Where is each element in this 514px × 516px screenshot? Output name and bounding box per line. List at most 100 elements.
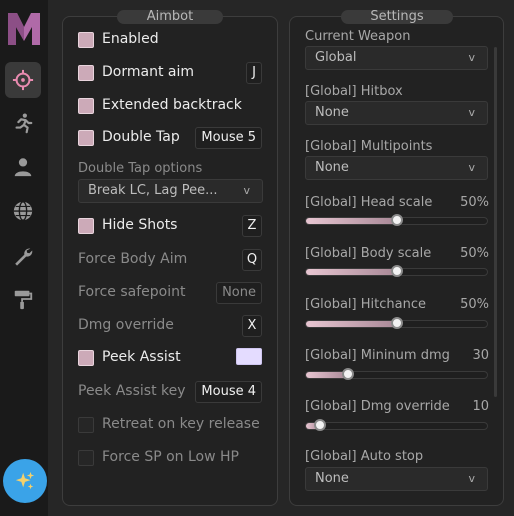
auto-stop-dropdown[interactable]: None v [305,467,488,491]
retreat-checkbox[interactable] [78,417,94,433]
dormant-aim-keybind[interactable]: J [246,62,262,84]
paint-roller-icon [14,290,33,310]
magic-button[interactable] [3,459,47,503]
retreat-row[interactable]: Retreat on key release [63,414,277,436]
force-safepoint-row[interactable]: Force safepoint None [63,282,277,304]
peek-assist-keybind[interactable]: Mouse 4 [195,381,262,403]
double-tap-keybind[interactable]: Mouse 5 [195,127,262,149]
sidebar-item-misc[interactable] [5,238,41,274]
force-body-aim-label: Force Body Aim [78,251,188,267]
hitchance-slider[interactable] [305,317,488,329]
auto-stop-label: [Global] Auto stop [305,449,424,464]
double-tap-checkbox[interactable] [78,130,94,146]
dmg-override-slider[interactable] [305,419,488,431]
sidebar-item-player[interactable] [5,149,41,185]
head-scale-value: 50% [460,195,489,210]
retreat-label: Retreat on key release [102,416,260,432]
body-scale-fill [306,269,397,275]
force-safepoint-keybind[interactable]: None [216,282,262,304]
peek-assist-key-label: Peek Assist key [78,383,186,399]
dmg-override-label: Dmg override [78,317,174,333]
min-dmg-value: 30 [472,348,489,363]
aimbot-group-title: Aimbot [117,10,223,24]
current-weapon-dropdown[interactable]: Global v [305,46,488,70]
main-panel: Aimbot Enabled Dormant aim J Extended ba… [48,0,514,516]
hitchance-fill [306,321,397,327]
crosshair-icon [12,69,34,91]
min-dmg-slider[interactable] [305,368,488,380]
body-scale-value: 50% [460,246,489,261]
settings-scrollbar[interactable] [494,47,497,397]
chevron-down-icon: v [468,161,475,174]
current-weapon-value: Global [315,50,357,65]
settings-group-title: Settings [341,10,453,24]
sidebar-item-movement[interactable] [5,105,41,141]
logo-icon [5,9,43,49]
head-scale-thumb[interactable] [390,214,403,226]
body-scale-slider[interactable] [305,265,488,277]
auto-stop-value: None [315,471,349,486]
enabled-label: Enabled [102,31,159,47]
head-scale-slider[interactable] [305,214,488,226]
chevron-down-icon: v [468,106,475,119]
force-sp-label: Force SP on Low HP [102,449,239,465]
sidebar [0,0,48,516]
peek-assist-key-row[interactable]: Peek Assist key Mouse 4 [63,381,277,403]
double-tap-options-dropdown[interactable]: Break LC, Lag Pee... v [78,179,263,203]
aimbot-group: Aimbot Enabled Dormant aim J Extended ba… [62,10,278,506]
hitchance-label: [Global] Hitchance [305,297,426,312]
dormant-aim-row[interactable]: Dormant aim J [63,62,277,84]
enabled-checkbox[interactable] [78,32,94,48]
wrench-icon [15,248,33,266]
hitbox-dropdown[interactable]: None v [305,101,488,125]
peek-assist-row[interactable]: Peek Assist [63,347,277,369]
force-body-aim-keybind[interactable]: Q [242,249,262,271]
dormant-aim-checkbox[interactable] [78,65,94,81]
dmg-override-setting-label: [Global] Dmg override [305,399,450,414]
user-icon [14,158,32,177]
dmg-override-keybind[interactable]: X [242,315,262,337]
double-tap-label: Double Tap [102,129,180,145]
force-safepoint-label: Force safepoint [78,284,186,300]
hide-shots-label: Hide Shots [102,217,178,233]
chevron-down-icon: v [468,472,475,485]
head-scale-label: [Global] Head scale [305,195,433,210]
chevron-down-icon: v [243,184,250,197]
hitbox-value: None [315,105,349,120]
sidebar-item-skins[interactable] [5,281,41,317]
sidebar-item-world[interactable] [5,193,41,229]
multipoints-dropdown[interactable]: None v [305,156,488,180]
running-person-icon [15,113,33,134]
sparkles-icon [15,471,35,490]
enabled-row[interactable]: Enabled [63,29,277,51]
hitchance-value: 50% [460,297,489,312]
double-tap-row[interactable]: Double Tap Mouse 5 [63,127,277,149]
globe-icon [13,201,33,221]
force-body-aim-row[interactable]: Force Body Aim Q [63,249,277,271]
force-sp-checkbox[interactable] [78,450,94,466]
hide-shots-keybind[interactable]: Z [242,215,262,237]
dmg-override-thumb[interactable] [313,419,326,431]
double-tap-options-value: Break LC, Lag Pee... [88,183,218,198]
min-dmg-label: [Global] Mininum dmg [305,348,450,363]
hide-shots-row[interactable]: Hide Shots Z [63,215,277,237]
hitbox-label: [Global] Hitbox [305,84,403,99]
extended-backtrack-checkbox[interactable] [78,98,94,114]
extended-backtrack-label: Extended backtrack [102,97,242,113]
peek-assist-checkbox[interactable] [78,350,94,366]
double-tap-options-label: Double Tap options [78,161,203,176]
hitchance-thumb[interactable] [390,317,403,329]
extended-backtrack-row[interactable]: Extended backtrack [63,95,277,117]
peek-assist-color-picker[interactable] [236,348,262,365]
dmg-override-setting-value: 10 [472,399,489,414]
body-scale-thumb[interactable] [390,265,403,277]
dormant-aim-label: Dormant aim [102,64,194,80]
multipoints-value: None [315,160,349,175]
force-sp-row[interactable]: Force SP on Low HP [63,447,277,469]
dmg-override-row[interactable]: Dmg override X [63,315,277,337]
current-weapon-label: Current Weapon [305,29,411,44]
min-dmg-thumb[interactable] [341,368,354,380]
sidebar-item-aimbot[interactable] [5,62,41,98]
multipoints-label: [Global] Multipoints [305,139,433,154]
hide-shots-checkbox[interactable] [78,218,94,234]
